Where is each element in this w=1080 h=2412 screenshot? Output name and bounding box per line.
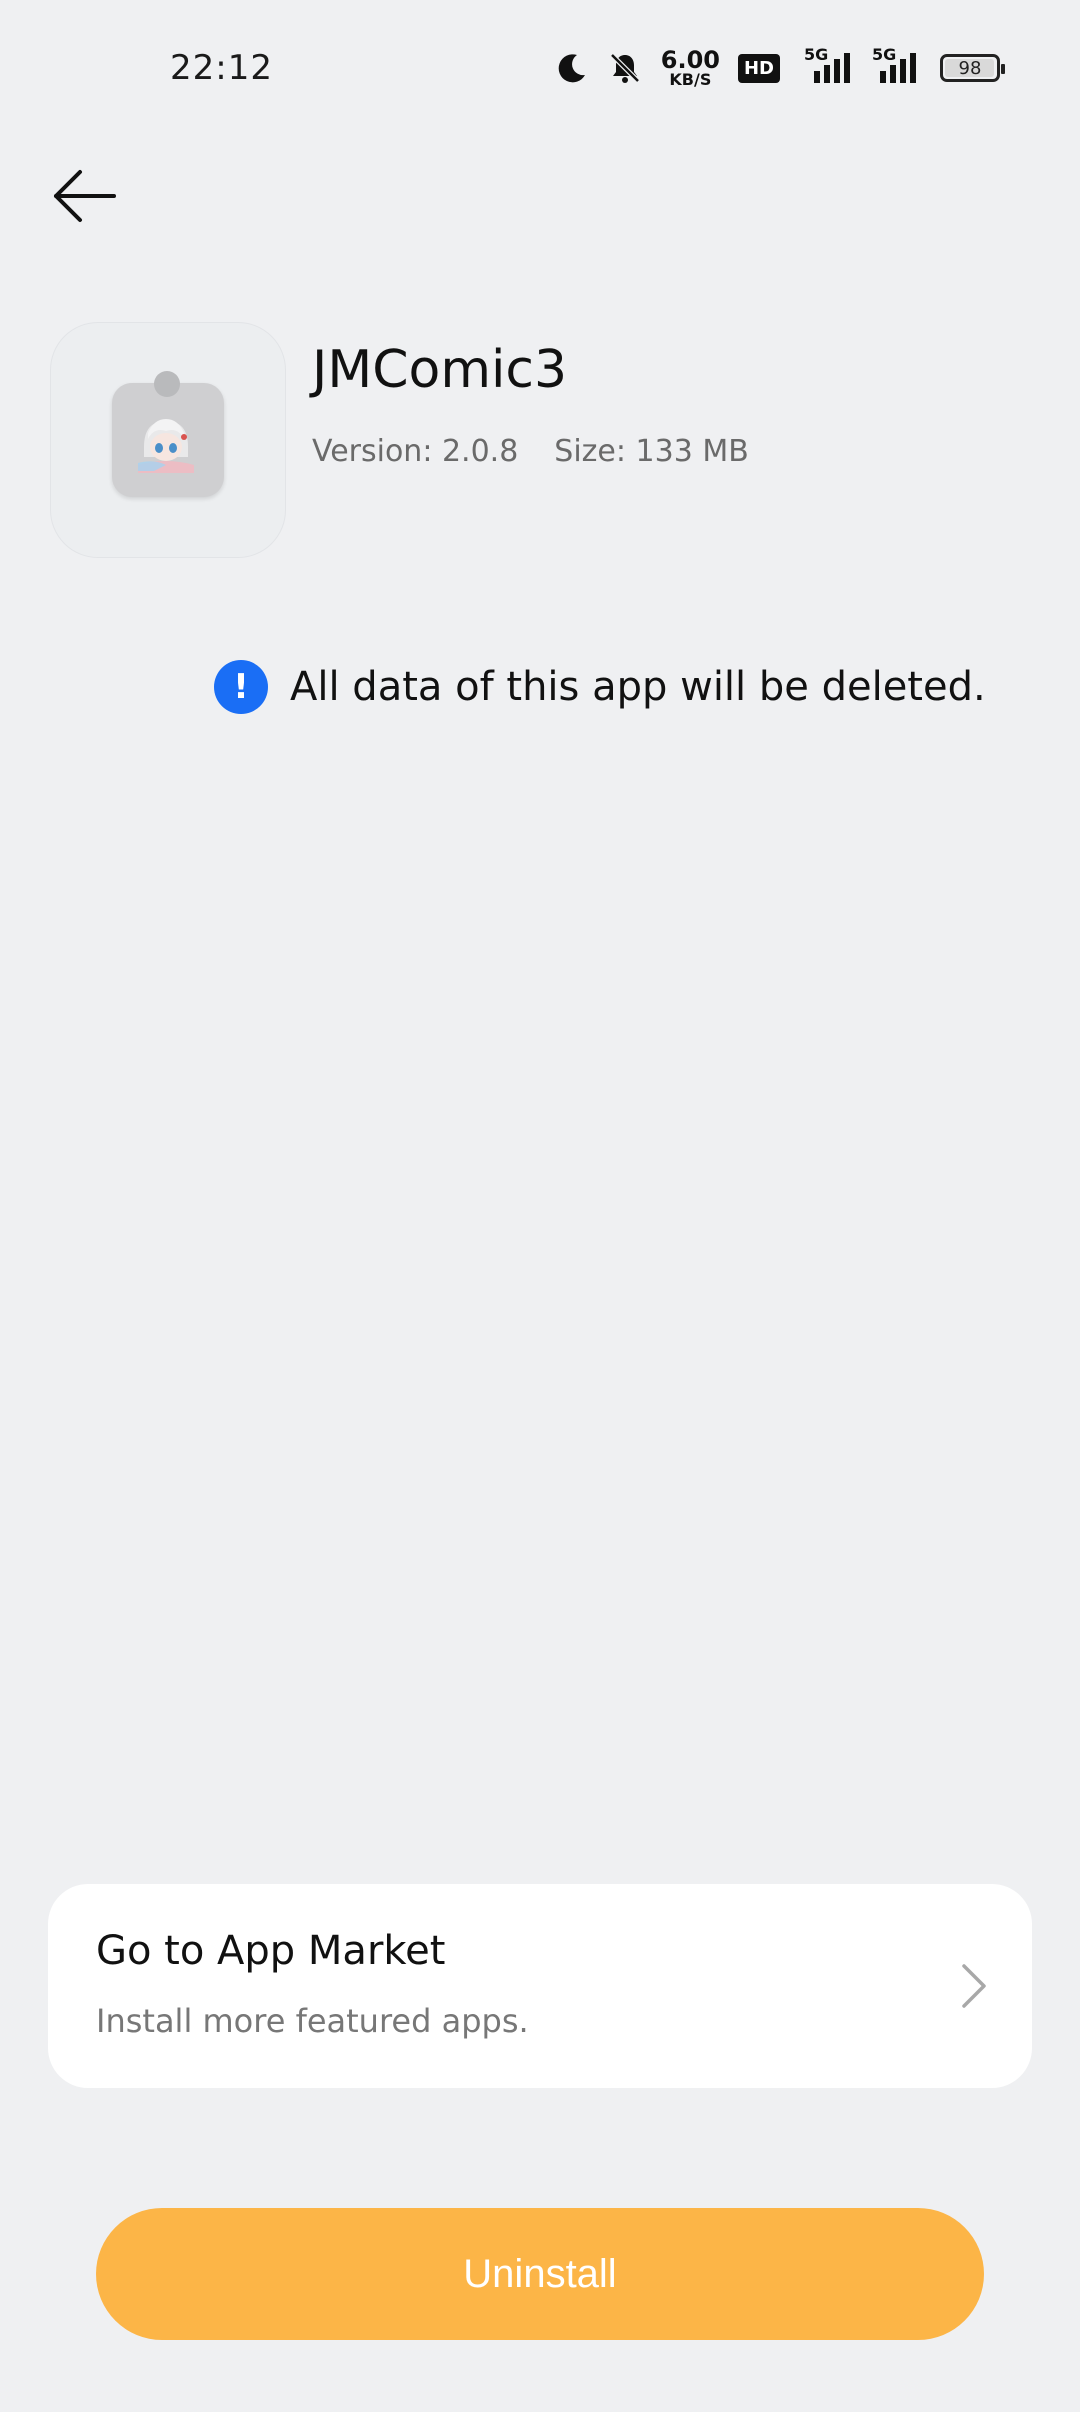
- back-button[interactable]: [44, 160, 124, 232]
- hd-badge: HD: [737, 53, 780, 83]
- app-meta: Version: 2.0.8 Size: 133 MB: [312, 434, 749, 469]
- app-icon-container: [50, 322, 286, 558]
- signal-2-label: 5G: [872, 45, 897, 64]
- status-time: 22:12: [170, 48, 273, 88]
- moon-icon: [555, 51, 589, 85]
- market-card-subtitle: Install more featured apps.: [96, 2002, 529, 2040]
- warning-text: All data of this app will be deleted.: [290, 664, 986, 710]
- net-speed-unit: KB/S: [669, 70, 712, 89]
- chevron-right-icon: [962, 1964, 986, 2008]
- app-name: JMComic3: [312, 340, 568, 400]
- bell-off-icon: [607, 50, 643, 86]
- arrow-left-icon: [54, 170, 116, 222]
- net-speed-value: 6.00: [660, 46, 720, 74]
- signal-icon: 5G: [872, 45, 922, 85]
- app-version: Version: 2.0.8: [312, 434, 519, 469]
- go-to-app-market-card[interactable]: Go to App Market Install more featured a…: [48, 1884, 1032, 2088]
- status-bar: 22:12 6.00 KB/S HD 5G 5G 98: [0, 0, 1080, 140]
- battery-level: 98: [958, 57, 982, 79]
- battery-icon: 98: [940, 54, 1005, 82]
- uninstall-button[interactable]: Uninstall: [96, 2208, 984, 2340]
- exclamation-icon: !: [214, 660, 268, 714]
- app-icon: [112, 371, 224, 497]
- net-speed: 6.00 KB/S: [661, 48, 720, 88]
- signal-icon: 5G: [798, 45, 854, 85]
- app-size: Size: 133 MB: [554, 434, 749, 469]
- signal-1-label: 5G: [804, 45, 829, 64]
- market-card-title: Go to App Market: [96, 1928, 446, 1974]
- warning-message: ! All data of this app will be deleted.: [214, 660, 986, 714]
- status-icons: 6.00 KB/S HD 5G 5G 98: [555, 44, 1005, 92]
